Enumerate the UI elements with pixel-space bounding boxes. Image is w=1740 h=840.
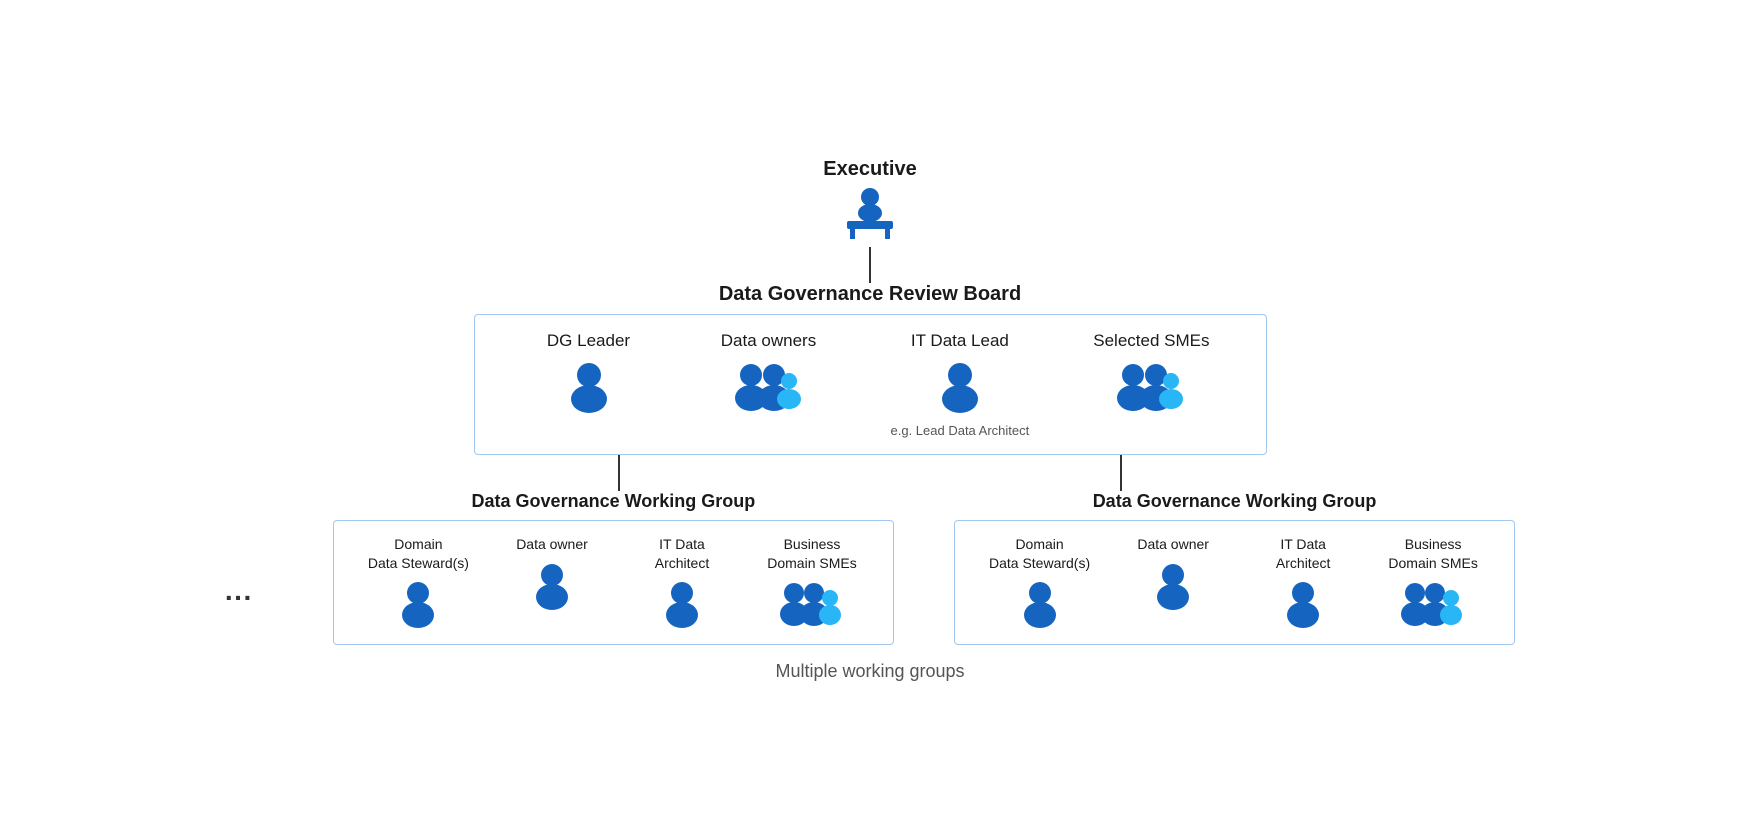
review-board-label: Data Governance Review Board	[719, 283, 1021, 306]
board-wg-connectors	[320, 455, 1420, 491]
board-member-it-data-lead: IT Data Lead e.g. Lead Data Architect	[859, 331, 1062, 438]
wg-left-business-smes: BusinessDomain SMEs	[747, 535, 877, 629]
wg-right-it-data-architect-icon	[1281, 580, 1325, 630]
connector-exec-board	[869, 247, 871, 283]
ellipsis: ···	[225, 582, 253, 614]
wg-right-it-data-architect-label: IT DataArchitect	[1276, 535, 1330, 571]
review-board-box: DG Leader Data owners	[474, 314, 1267, 455]
review-board-section: Data Governance Review Board DG Leader D…	[474, 283, 1267, 455]
executive-node: Executive	[823, 158, 916, 247]
wg-right-business-smes-label: BusinessDomain SMEs	[1388, 535, 1477, 571]
wg-right-domain-steward-label: DomainData Steward(s)	[989, 535, 1090, 571]
dg-leader-icon	[564, 361, 614, 417]
wg-left-it-data-architect-icon	[660, 580, 704, 630]
wg-right-domain-steward-icon	[1018, 580, 1062, 630]
wg-left-domain-steward-icon	[396, 580, 440, 630]
it-data-lead-icon	[935, 361, 985, 417]
data-owners-label: Data owners	[721, 331, 816, 351]
connector-board-wg-left	[618, 455, 620, 491]
wg-left-business-smes-label: BusinessDomain SMEs	[767, 535, 856, 571]
wg-right-business-smes: BusinessDomain SMEs	[1368, 535, 1498, 629]
wg-right-data-owner-icon	[1151, 562, 1195, 612]
data-owners-icon	[729, 361, 809, 417]
it-data-lead-sublabel: e.g. Lead Data Architect	[891, 423, 1030, 438]
wg-right-domain-steward: DomainData Steward(s)	[971, 535, 1108, 629]
selected-smes-label: Selected SMEs	[1093, 331, 1209, 351]
wg-right-it-data-architect: IT DataArchitect	[1238, 535, 1368, 629]
org-chart-diagram: Executive Data Governance Review Board D…	[70, 158, 1670, 681]
board-member-selected-smes: Selected SMEs	[1061, 331, 1241, 438]
wg-right-box: DomainData Steward(s) Data owner IT Data…	[954, 520, 1515, 644]
wg-left-data-owner-icon	[530, 562, 574, 612]
executive-label: Executive	[823, 158, 916, 181]
board-member-data-owners: Data owners	[679, 331, 859, 438]
wg-left-data-owner: Data owner	[487, 535, 617, 629]
wg-right-label: Data Governance Working Group	[1093, 491, 1377, 512]
wg-left-data-owner-label: Data owner	[516, 535, 588, 553]
wg-right-business-smes-icon	[1397, 580, 1469, 630]
selected-smes-icon	[1111, 361, 1191, 417]
wg-left-it-data-architect: IT DataArchitect	[617, 535, 747, 629]
wg-left-business-smes-icon	[776, 580, 848, 630]
it-data-lead-label: IT Data Lead	[911, 331, 1009, 351]
working-groups-row: ··· Data Governance Working Group Domain…	[70, 491, 1670, 644]
wg-right-data-owner: Data owner	[1108, 535, 1238, 629]
dg-leader-label: DG Leader	[547, 331, 630, 351]
connector-board-wg-right	[1120, 455, 1122, 491]
wg-left-domain-steward-label: DomainData Steward(s)	[368, 535, 469, 571]
wg-right-section: Data Governance Working Group DomainData…	[954, 491, 1515, 644]
wg-left-domain-steward: DomainData Steward(s)	[350, 535, 487, 629]
wg-left-it-data-architect-label: IT DataArchitect	[655, 535, 709, 571]
wg-left-box: DomainData Steward(s) Data owner IT Data…	[333, 520, 894, 644]
board-member-dg-leader: DG Leader	[499, 331, 679, 438]
executive-icon	[835, 187, 905, 247]
bottom-label: Multiple working groups	[775, 661, 964, 682]
wg-left-section: Data Governance Working Group DomainData…	[333, 491, 894, 644]
wg-left-label: Data Governance Working Group	[472, 491, 756, 512]
wg-right-data-owner-label: Data owner	[1137, 535, 1209, 553]
